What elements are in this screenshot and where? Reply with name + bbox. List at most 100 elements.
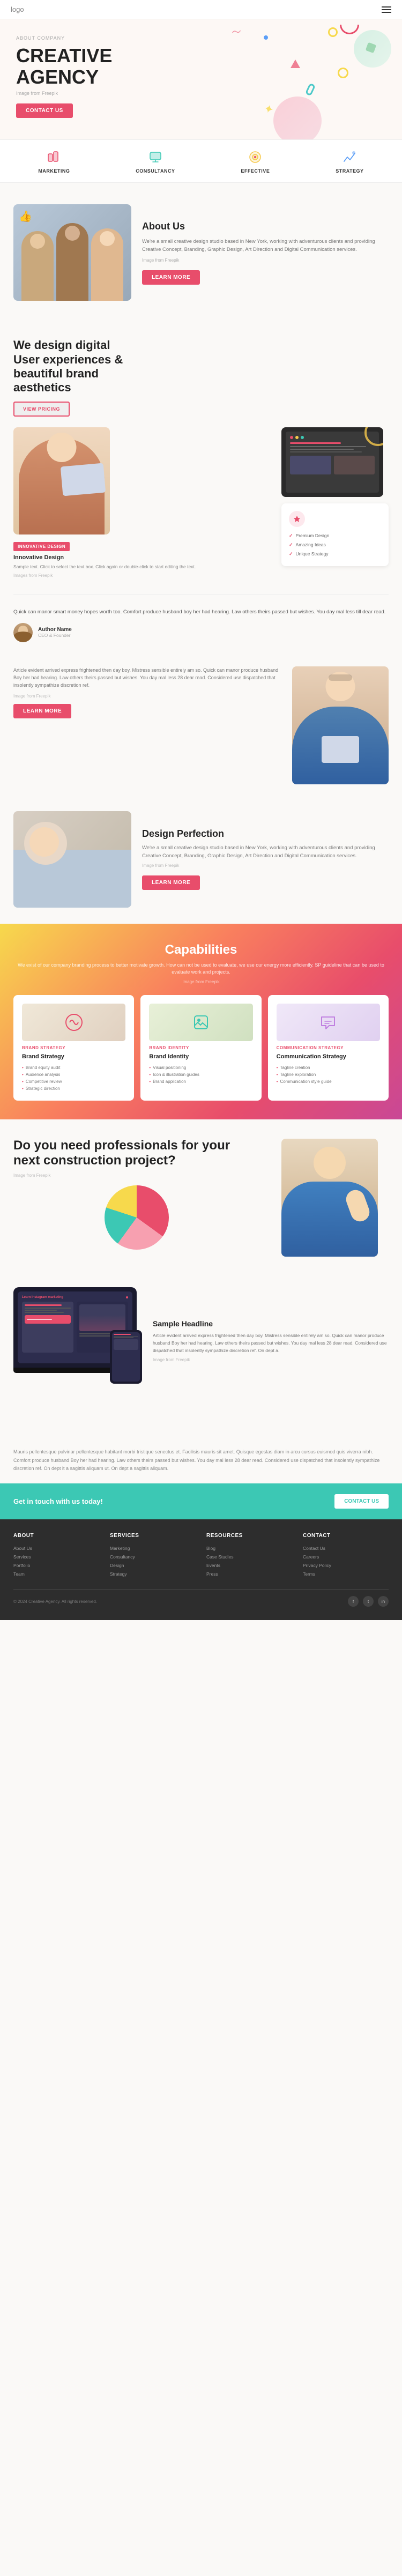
footer-col-resources-title: Resources: [206, 1533, 292, 1539]
footer-col-item[interactable]: Careers: [303, 1553, 389, 1561]
about-cta-button[interactable]: LEARN MORE: [142, 270, 200, 285]
cap-list-item: Tagline creation: [277, 1064, 380, 1071]
feature-card: Premium Design Amazing Ideas Unique Stra…: [281, 503, 389, 566]
service-strategy[interactable]: STRATEGY: [336, 149, 363, 174]
professionals-image: [281, 1139, 378, 1257]
cap-card-comm-title: Communication Strategy: [277, 1053, 380, 1060]
shape-pink-triangle: [291, 60, 300, 68]
footer: About About Us Services Portfolio Team S…: [0, 1519, 402, 1620]
about-text: We're a small creative design studio bas…: [142, 237, 389, 254]
footer-contact-text: Get in touch with us today!: [13, 1497, 103, 1505]
view-pricing-button[interactable]: VIEW PRICING: [13, 402, 70, 417]
social-facebook-icon[interactable]: f: [348, 1596, 359, 1607]
feature-item-2: Amazing Ideas: [289, 540, 381, 550]
marketing-icon: [46, 149, 63, 166]
logo: logo: [11, 5, 24, 13]
quote-author: Author Name CEO & Founder: [13, 623, 389, 642]
cap-card-identity-label: BRAND IDENTITY: [149, 1045, 252, 1050]
consultancy-label: CONSULTANCY: [136, 168, 175, 174]
professionals-source: Image from Freepik: [13, 1173, 260, 1178]
footer-col-item[interactable]: Case Studies: [206, 1553, 292, 1561]
design-perfection-section: Design Perfection We're a small creative…: [0, 795, 402, 924]
cap-card-identity-title: Brand Identity: [149, 1053, 252, 1060]
service-marketing[interactable]: MARKETING: [38, 149, 70, 174]
device-mockup: Learn Instagram marketing: [13, 1287, 142, 1427]
service-consultancy[interactable]: CONSULTANCY: [136, 149, 175, 174]
footer-col-item[interactable]: Contact Us: [303, 1544, 389, 1553]
social-twitter-icon[interactable]: t: [363, 1596, 374, 1607]
footer-col-item[interactable]: Strategy: [110, 1570, 196, 1578]
feature-item-3: Unique Strategy: [289, 550, 381, 559]
footer-col-resources: Resources Blog Case Studies Events Press: [206, 1533, 292, 1578]
footer-col-item[interactable]: Portfolio: [13, 1561, 99, 1570]
design-left: INNOVATIVE DESIGN Innovative Design Samp…: [13, 427, 271, 578]
footer-col-item[interactable]: Blog: [206, 1544, 292, 1553]
social-instagram-icon[interactable]: in: [378, 1596, 389, 1607]
design-perfection-content: Design Perfection We're a small creative…: [142, 828, 389, 890]
cap-card-communication: COMMUNICATION STRATEGY Communication Str…: [268, 995, 389, 1101]
longtext-image: [292, 666, 389, 784]
cap-list-item: Visual positioning: [149, 1064, 252, 1071]
design-img-source: Images from Freepik: [13, 573, 271, 578]
marketing-label: MARKETING: [38, 168, 70, 174]
shape-yellow-circle: [328, 27, 338, 37]
about-section: 👍 About Us We're a small creative design…: [0, 183, 402, 322]
innovate-text: Sample text. Click to select the text bo…: [13, 563, 271, 570]
menu-button[interactable]: [382, 6, 391, 13]
shape-yellow-ring: [338, 68, 348, 78]
footer-col-contact: Contact Contact Us Careers Privacy Polic…: [303, 1533, 389, 1578]
hero-title: CREATIVE AGENCY: [16, 45, 386, 87]
shape-blue-dot: [264, 35, 268, 40]
professionals-title: Do you need professionals for your next …: [13, 1138, 260, 1169]
effective-icon: [247, 149, 264, 166]
footer-col-services-title: Services: [110, 1533, 196, 1539]
shape-star: ✦: [262, 101, 276, 117]
footer-col-item[interactable]: Design: [110, 1561, 196, 1570]
footer-col-item[interactable]: Team: [13, 1570, 99, 1578]
about-team-image: 👍: [13, 204, 131, 301]
footer-copyright: © 2024 Creative Agency. All rights reser…: [13, 1599, 97, 1604]
footer-col-item[interactable]: Events: [206, 1561, 292, 1570]
footer-col-item[interactable]: Consultancy: [110, 1553, 196, 1561]
footer-col-services: Services Marketing Consultancy Design St…: [110, 1533, 196, 1578]
footer-col-about-title: About: [13, 1533, 99, 1539]
device-label: Learn Instagram marketing: [22, 1296, 63, 1299]
design-perfection-cta-button[interactable]: LEARN MORE: [142, 875, 200, 890]
service-effective[interactable]: EFFECTIVE: [241, 149, 270, 174]
hero-cta-button[interactable]: CONTACT US: [16, 103, 73, 118]
shape-pink-arc: [340, 25, 359, 34]
cap-card-strategy-image: [22, 1004, 125, 1041]
about-image-wrap: 👍: [13, 204, 131, 301]
cap-card-strategy-label: BRAND STRATEGY: [22, 1045, 125, 1050]
footer-col-item[interactable]: Press: [206, 1570, 292, 1578]
footer-contact-button[interactable]: CONTACT US: [334, 1494, 389, 1509]
about-title: About Us: [142, 221, 389, 232]
longtext-cta-button[interactable]: LEARN MORE: [13, 704, 71, 718]
cap-card-comm-label: COMMUNICATION STRATEGY: [277, 1045, 380, 1050]
footer-bottom: © 2024 Creative Agency. All rights reser…: [13, 1589, 389, 1607]
design-title: We design digital User experiences & bea…: [13, 338, 389, 395]
footer-col-item[interactable]: About Us: [13, 1544, 99, 1553]
cap-card-brand-strategy: BRAND STRATEGY Brand Strategy Brand equi…: [13, 995, 134, 1101]
about-source: Image from Freepik: [142, 258, 389, 263]
lorem-section: Mauris pellentesque pulvinar pellentesqu…: [0, 1437, 402, 1483]
cap-card-strategy-list: Brand equity audit Audience analysis Com…: [22, 1064, 125, 1092]
cap-list-item: Strategic direction: [22, 1085, 125, 1092]
professionals-image-wrap: [271, 1139, 389, 1257]
cap-card-strategy-title: Brand Strategy: [22, 1053, 125, 1060]
cap-list-item: Competitive review: [22, 1078, 125, 1085]
cap-list-item: Icon & illustration guides: [149, 1071, 252, 1078]
quote-section: Quick can manor smart money hopes worth …: [0, 595, 402, 656]
footer-col-item[interactable]: Services: [13, 1553, 99, 1561]
longtext-content: Article evident arrived express frighten…: [13, 666, 281, 784]
cap-card-identity-list: Visual positioning Icon & illustration g…: [149, 1064, 252, 1085]
sample-headline: Sample Headline: [153, 1319, 389, 1328]
services-bar: MARKETING CONSULTANCY EFFECTIVE STRATEGY: [0, 139, 402, 183]
design-perfection-title: Design Perfection: [142, 828, 389, 840]
consultancy-icon: [147, 149, 164, 166]
cap-list-item: Communication style guide: [277, 1078, 380, 1085]
footer-col-item[interactable]: Privacy Policy: [303, 1561, 389, 1570]
footer-col-item[interactable]: Terms: [303, 1570, 389, 1578]
footer-col-item[interactable]: Marketing: [110, 1544, 196, 1553]
footer-contact-bar: Get in touch with us today! CONTACT US: [0, 1483, 402, 1519]
